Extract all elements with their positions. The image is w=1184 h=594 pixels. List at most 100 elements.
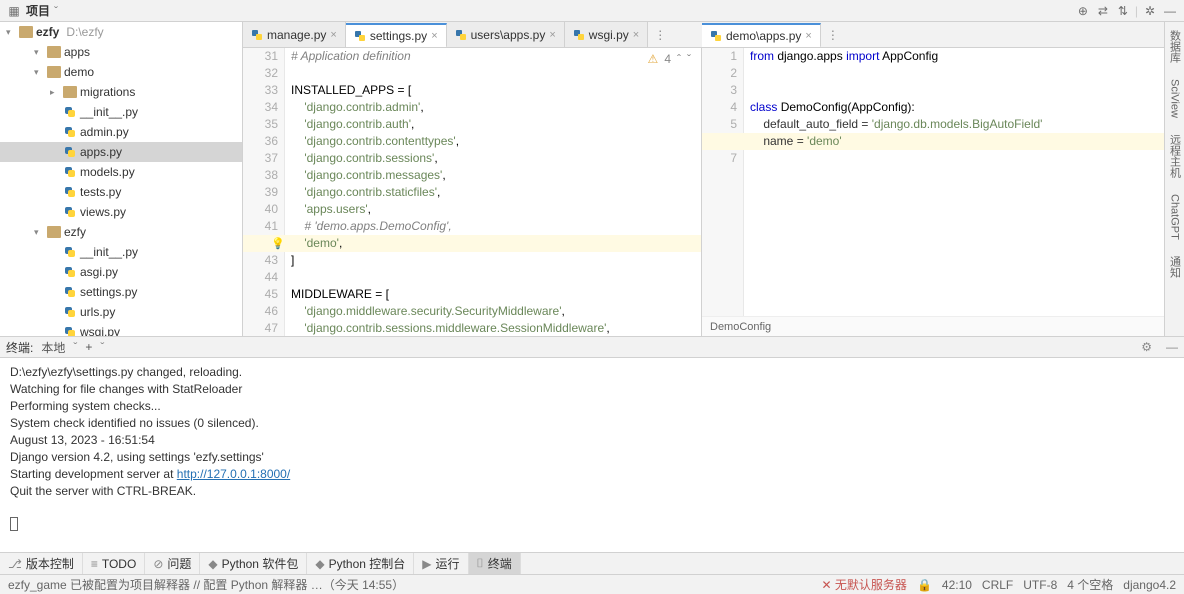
tool-tab-运行[interactable]: ▶运行	[414, 553, 468, 574]
chevron-down-icon[interactable]: ˇ	[100, 340, 104, 354]
tab-wsgi.py[interactable]: wsgi.py×	[565, 22, 648, 47]
terminal[interactable]: D:\ezfy\ezfy\settings.py changed, reload…	[0, 358, 1184, 552]
status-server[interactable]: ✕ 无默认服务器	[822, 576, 907, 593]
editor-pane-left[interactable]: 3132333435363738394041424344454647 # App…	[243, 48, 702, 336]
tabs-more-icon[interactable]: ⋮	[821, 22, 845, 47]
tree-item-urls.py[interactable]: urls.py	[0, 302, 242, 322]
code-line-32[interactable]	[291, 65, 701, 82]
code-line-38[interactable]: 'django.contrib.messages',	[291, 167, 701, 184]
target-icon[interactable]: ⊕	[1075, 3, 1091, 19]
tree-item-views.py[interactable]: views.py	[0, 202, 242, 222]
tool-tab-版本控制[interactable]: ⎇版本控制	[0, 553, 83, 574]
tool-tab-Python 软件包[interactable]: ◆Python 软件包	[200, 553, 307, 574]
project-tree[interactable]: ezfy D:\ezfy appsdemomigrations__init__.…	[0, 22, 243, 336]
code-line-34[interactable]: 'django.contrib.admin',	[291, 99, 701, 116]
code-line-47[interactable]: 'django.contrib.sessions.middleware.Sess…	[291, 320, 701, 336]
side-tool-数据库[interactable]: 数据库	[1167, 26, 1183, 67]
side-tool-通知[interactable]: 通知	[1167, 252, 1183, 282]
tree-item-demo[interactable]: demo	[0, 62, 242, 82]
intention-bulb-icon[interactable]	[271, 236, 285, 250]
status-indent[interactable]: 4 个空格	[1067, 576, 1113, 593]
tree-item-admin.py[interactable]: admin.py	[0, 122, 242, 142]
tree-item-__init__.py[interactable]: __init__.py	[0, 102, 242, 122]
code-line-35[interactable]: 'django.contrib.auth',	[291, 116, 701, 133]
tree-item-wsgi.py[interactable]: wsgi.py	[0, 322, 242, 336]
tree-item-apps[interactable]: apps	[0, 42, 242, 62]
code-line-45[interactable]: MIDDLEWARE = [	[291, 286, 701, 303]
terminal-tab-local[interactable]: 本地	[41, 339, 65, 356]
tree-root[interactable]: ezfy D:\ezfy	[0, 22, 242, 42]
gear-icon[interactable]: ✲	[1142, 3, 1158, 19]
close-icon[interactable]: ×	[431, 30, 437, 42]
code-line-37[interactable]: 'django.contrib.sessions',	[291, 150, 701, 167]
code-line-7[interactable]	[750, 150, 1184, 167]
code-line-44[interactable]	[291, 269, 701, 286]
code-line-5[interactable]: default_auto_field = 'django.db.models.B…	[750, 116, 1184, 133]
code-line-43[interactable]: ]	[291, 252, 701, 269]
tree-item-ezfy[interactable]: ezfy	[0, 222, 242, 242]
code-line-46[interactable]: 'django.middleware.security.SecurityMidd…	[291, 303, 701, 320]
code-line-3[interactable]	[750, 82, 1184, 99]
tool-tab-问题[interactable]: ⊘问题	[145, 553, 200, 574]
status-env[interactable]: django4.2	[1123, 578, 1176, 592]
hide-icon[interactable]: —	[1162, 3, 1178, 19]
code-line-41[interactable]: # 'demo.apps.DemoConfig',	[291, 218, 701, 235]
tree-item-apps.py[interactable]: apps.py	[0, 142, 242, 162]
code-line-31[interactable]: # Application definition	[291, 48, 701, 65]
code-line-36[interactable]: 'django.contrib.contenttypes',	[291, 133, 701, 150]
terminal-line: Watching for file changes with StatReloa…	[10, 381, 1174, 398]
tree-item-asgi.py[interactable]: asgi.py	[0, 262, 242, 282]
tab-demo\apps.py[interactable]: demo\apps.py×	[702, 23, 821, 48]
code-line-42[interactable]: 'demo',	[243, 235, 701, 252]
tab-users\apps.py[interactable]: users\apps.py×	[447, 22, 565, 47]
chevron-down-icon[interactable]: ˇ	[73, 340, 77, 354]
side-tool-SciView[interactable]: SciView	[1169, 75, 1181, 122]
code-line-39[interactable]: 'django.contrib.staticfiles',	[291, 184, 701, 201]
close-icon[interactable]: ×	[330, 29, 336, 41]
tab-settings.py[interactable]: settings.py×	[346, 23, 447, 48]
editor-pane-right[interactable]: 1234567 from django.apps import AppConfi…	[702, 48, 1184, 336]
python-file-icon	[63, 145, 77, 159]
code-line-6[interactable]: name = 'demo'	[702, 133, 1184, 150]
server-url-link[interactable]: http://127.0.0.1:8000/	[177, 467, 290, 481]
gear-icon[interactable]: ⚙	[1141, 340, 1152, 354]
tree-item-migrations[interactable]: migrations	[0, 82, 242, 102]
status-encoding[interactable]: UTF-8	[1023, 578, 1057, 592]
code-line-4[interactable]: class DemoConfig(AppConfig):	[750, 99, 1184, 116]
collapse-icon[interactable]: ⇅	[1115, 3, 1131, 19]
lock-icon[interactable]: 🔒	[917, 578, 932, 592]
close-icon[interactable]: ×	[633, 29, 639, 41]
status-caret-pos[interactable]: 42:10	[942, 578, 972, 592]
tree-item-settings.py[interactable]: settings.py	[0, 282, 242, 302]
tab-manage.py[interactable]: manage.py×	[243, 22, 346, 47]
side-tool-远程主机[interactable]: 远程主机	[1167, 130, 1183, 182]
terminal-line: D:\ezfy\ezfy\settings.py changed, reload…	[10, 364, 1174, 381]
breadcrumb[interactable]: DemoConfig	[702, 316, 1184, 336]
editor-tabs-left: manage.py×settings.py×users\apps.py×wsgi…	[243, 22, 702, 48]
folder-icon	[63, 86, 77, 98]
tool-tab-终端[interactable]: ⌷终端	[469, 553, 521, 574]
terminal-new-tab[interactable]: +	[85, 340, 92, 354]
tree-item-models.py[interactable]: models.py	[0, 162, 242, 182]
close-icon[interactable]: ×	[549, 29, 555, 41]
tool-tab-TODO[interactable]: ≡TODO	[83, 553, 145, 574]
project-toolbar: ▦ 项目 ˇ ⊕ ⇄ ⇅ | ✲ —	[0, 0, 1184, 22]
code-line-40[interactable]: 'apps.users',	[291, 201, 701, 218]
code-line-2[interactable]	[750, 65, 1184, 82]
status-message: ezfy_game 已被配置为项目解释器 // 配置 Python 解释器 …（…	[8, 576, 404, 593]
inspection-left[interactable]: ⚠ 4 ˆ ˇ	[648, 52, 691, 66]
side-tool-ChatGPT[interactable]: ChatGPT	[1169, 190, 1181, 244]
expand-icon[interactable]: ⇄	[1095, 3, 1111, 19]
status-line-sep[interactable]: CRLF	[982, 578, 1013, 592]
hide-icon[interactable]: —	[1166, 340, 1178, 354]
code-line-33[interactable]: INSTALLED_APPS = [	[291, 82, 701, 99]
editor-split: 3132333435363738394041424344454647 # App…	[243, 48, 1184, 336]
terminal-line: August 13, 2023 - 16:51:54	[10, 432, 1174, 449]
chevron-down-icon[interactable]: ˇ	[54, 4, 58, 18]
close-icon[interactable]: ×	[805, 30, 811, 42]
tree-item-__init__.py[interactable]: __init__.py	[0, 242, 242, 262]
code-line-1[interactable]: from django.apps import AppConfig	[750, 48, 1184, 65]
tabs-more-icon[interactable]: ⋮	[648, 22, 672, 47]
tool-tab-Python 控制台[interactable]: ◆Python 控制台	[307, 553, 414, 574]
tree-item-tests.py[interactable]: tests.py	[0, 182, 242, 202]
